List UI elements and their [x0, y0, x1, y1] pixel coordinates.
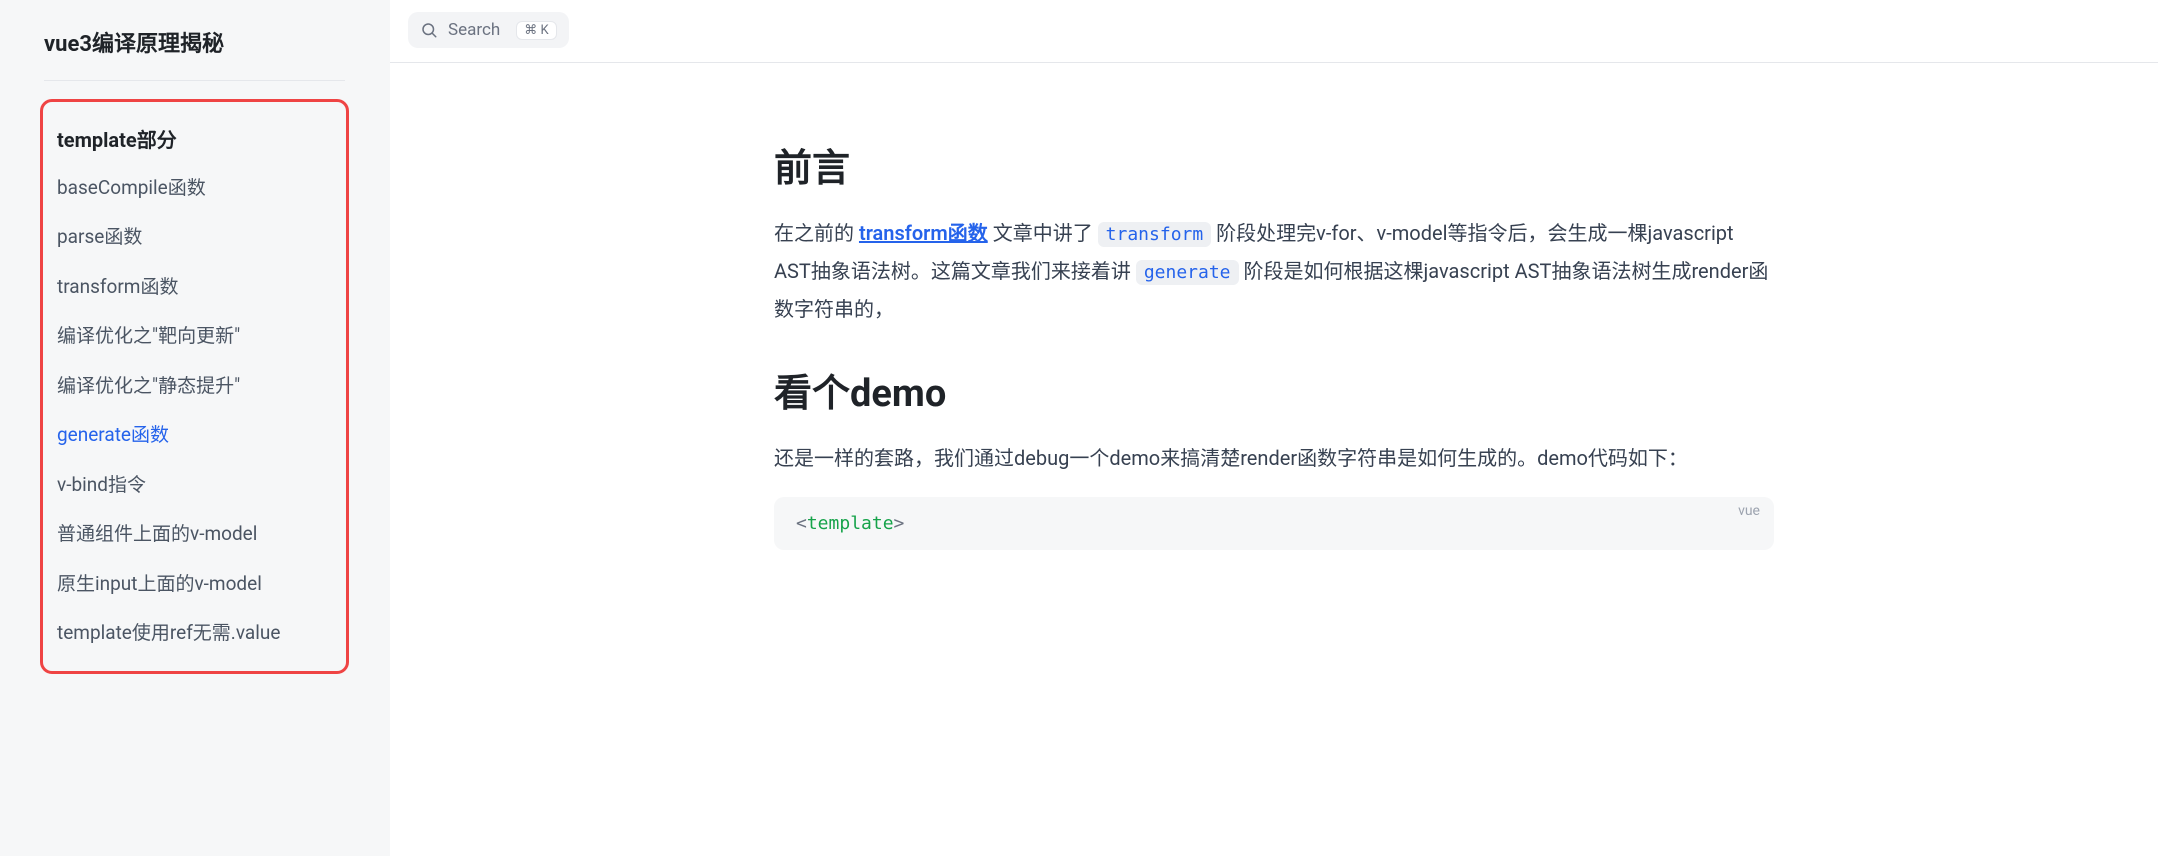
sidebar-divider [44, 80, 345, 81]
sidebar-nav-block: template部分 baseCompile函数 parse函数 transfo… [40, 99, 349, 674]
code-tag-name: template [807, 513, 894, 534]
text-seg: 文章中讲了 [988, 221, 1098, 245]
sidebar-item-base-compile[interactable]: baseCompile函数 [47, 163, 342, 212]
sidebar-item-component-v-model[interactable]: 普通组件上面的v-model [47, 509, 342, 558]
sidebar-title: vue3编译原理揭秘 [40, 22, 349, 80]
code-angle-open: < [796, 513, 807, 534]
sidebar-item-transform[interactable]: transform函数 [47, 262, 342, 311]
code-angle-close: > [894, 513, 905, 534]
heading-demo: 看个demo [774, 362, 1774, 417]
heading-preface: 前言 [774, 137, 1774, 192]
sidebar-item-generate[interactable]: generate函数 [47, 410, 342, 459]
paragraph-intro: 在之前的 transform函数 文章中讲了 transform 阶段处理完v-… [774, 214, 1774, 328]
search-button[interactable]: Search ⌘ K [408, 12, 569, 48]
article: 前言 在之前的 transform函数 文章中讲了 transform 阶段处理… [754, 137, 1794, 550]
content-scroll[interactable]: 前言 在之前的 transform函数 文章中讲了 transform 阶段处理… [390, 63, 2158, 856]
paragraph-demo-intro: 还是一样的套路，我们通过debug一个demo来搞清楚render函数字符串是如… [774, 439, 1774, 477]
sidebar-item-v-bind[interactable]: v-bind指令 [47, 460, 342, 509]
sidebar-item-parse[interactable]: parse函数 [47, 212, 342, 261]
main: Search ⌘ K 前言 在之前的 transform函数 文章中讲了 tra… [390, 0, 2158, 856]
text-seg: 在之前的 [774, 221, 859, 245]
sidebar-item-input-v-model[interactable]: 原生input上面的v-model [47, 559, 342, 608]
sidebar-item-template-ref[interactable]: template使用ref无需.value [47, 608, 342, 657]
search-icon [420, 21, 438, 39]
code-transform: transform [1098, 222, 1212, 247]
code-generate: generate [1136, 260, 1239, 285]
link-transform-article[interactable]: transform函数 [859, 221, 988, 245]
search-placeholder: Search [448, 20, 500, 40]
sidebar-item-targeted-update[interactable]: 编译优化之"靶向更新" [47, 311, 342, 360]
topbar: Search ⌘ K [390, 0, 2158, 63]
search-shortcut: ⌘ K [516, 21, 556, 40]
sidebar: vue3编译原理揭秘 template部分 baseCompile函数 pars… [0, 0, 390, 856]
sidebar-item-static-hoist[interactable]: 编译优化之"静态提升" [47, 361, 342, 410]
code-language-label: vue [1738, 503, 1760, 519]
code-block: vue <template> [774, 497, 1774, 550]
code-line: <template> [796, 513, 1752, 534]
sidebar-section-heading: template部分 [47, 120, 342, 163]
